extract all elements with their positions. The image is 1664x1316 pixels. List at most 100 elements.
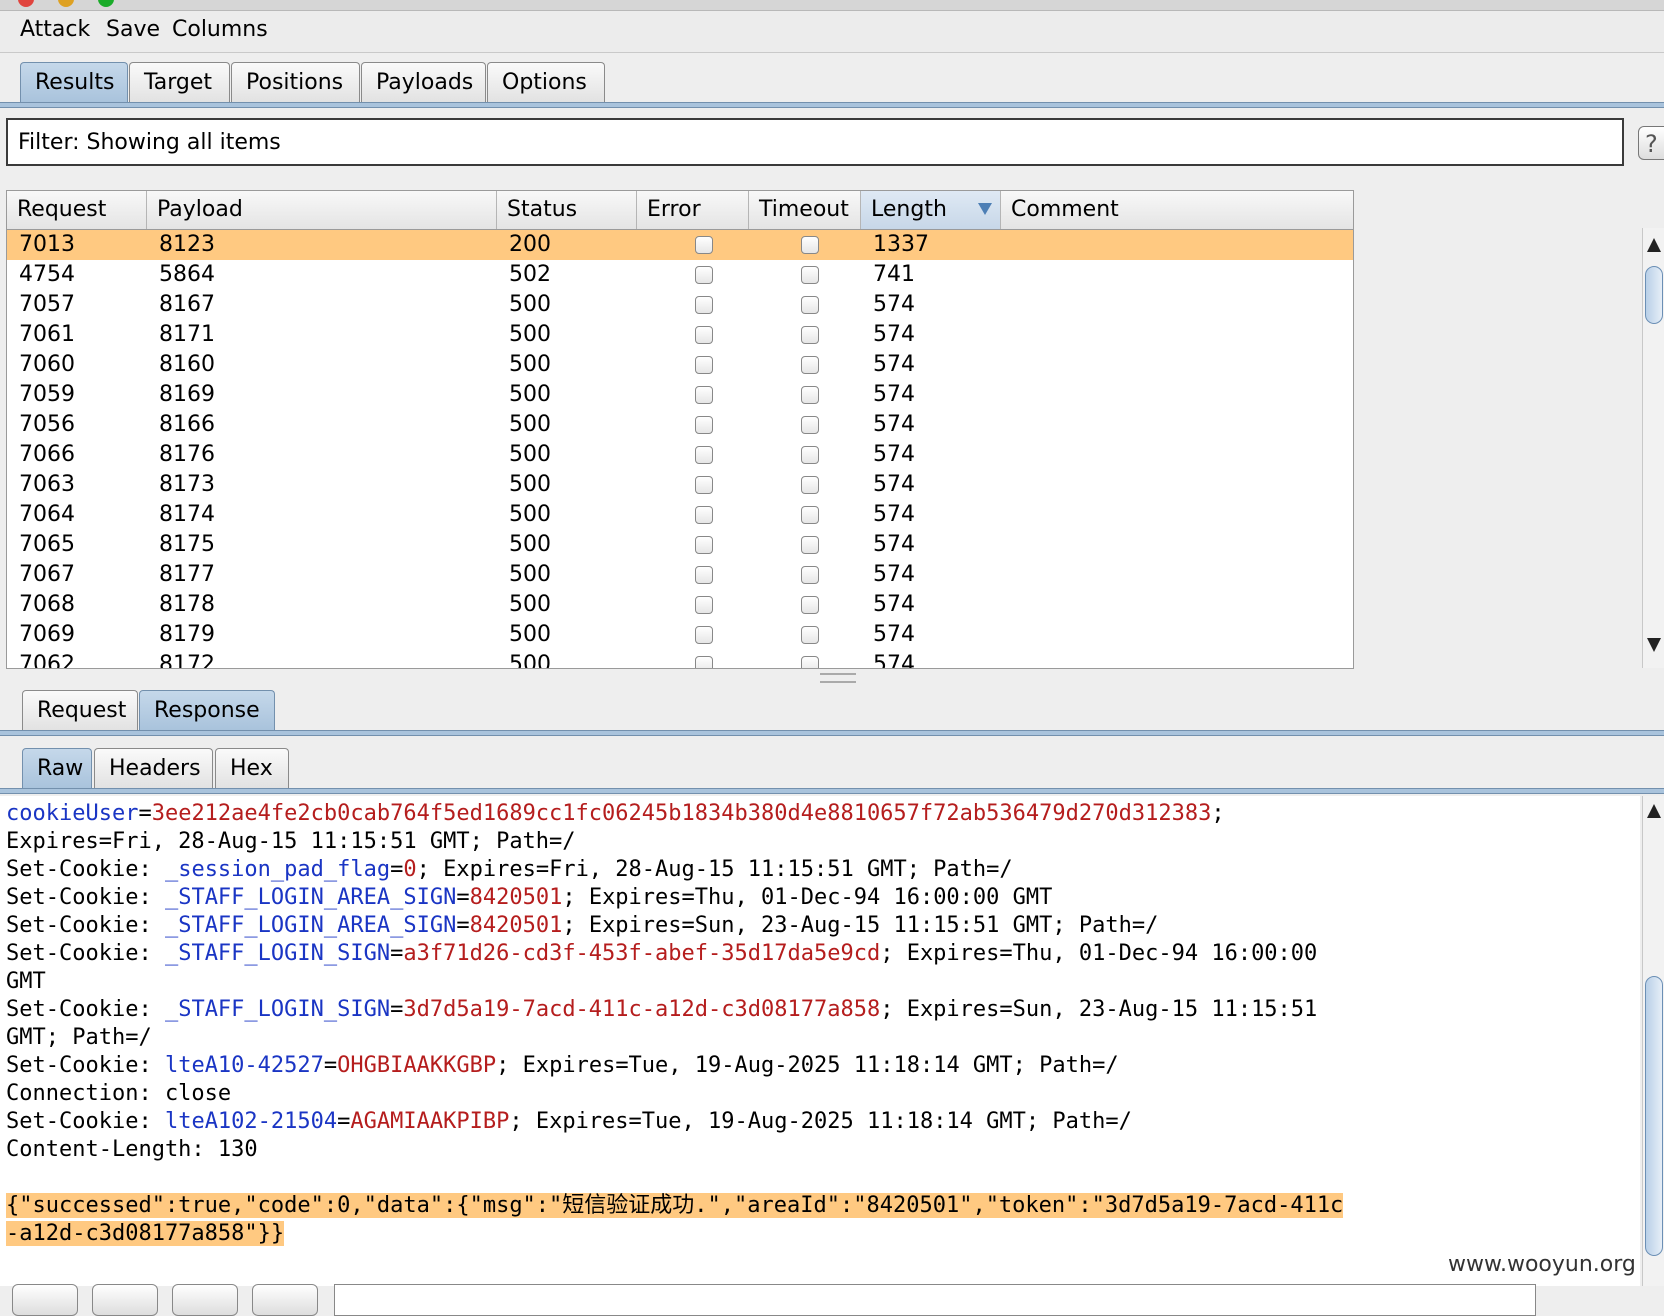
table-row[interactable]: 7060 8160 500 574 xyxy=(7,350,1353,380)
minimize-window-icon[interactable] xyxy=(58,0,74,7)
error-checkbox[interactable] xyxy=(695,506,713,524)
timeout-checkbox[interactable] xyxy=(801,296,819,314)
menu-columns[interactable]: Columns xyxy=(172,17,268,42)
timeout-checkbox[interactable] xyxy=(801,476,819,494)
tab-raw[interactable]: Raw xyxy=(22,748,92,788)
menu-attack[interactable]: Attack xyxy=(20,17,90,42)
table-row[interactable]: 7059 8169 500 574 xyxy=(7,380,1353,410)
table-row[interactable]: 7062 8172 500 574 xyxy=(7,650,1353,669)
timeout-checkbox[interactable] xyxy=(801,326,819,344)
error-checkbox[interactable] xyxy=(695,416,713,434)
column-header-timeout[interactable]: Timeout xyxy=(749,191,861,229)
help-button[interactable]: ? xyxy=(1638,126,1664,160)
tab-target[interactable]: Target xyxy=(129,62,230,102)
timeout-checkbox[interactable] xyxy=(801,626,819,644)
cell-status: 500 xyxy=(509,442,551,467)
timeout-checkbox[interactable] xyxy=(801,386,819,404)
table-row[interactable]: 7013 8123 200 1337 xyxy=(7,230,1353,260)
error-checkbox[interactable] xyxy=(695,236,713,254)
timeout-checkbox[interactable] xyxy=(801,566,819,584)
tab-payloads[interactable]: Payloads xyxy=(361,62,486,102)
table-scrollbar[interactable] xyxy=(1642,228,1664,668)
tab-headers[interactable]: Headers xyxy=(94,748,213,788)
response-text: ; xyxy=(1211,801,1225,826)
table-row[interactable]: 4754 5864 502 741 xyxy=(7,260,1353,290)
error-checkbox[interactable] xyxy=(695,596,713,614)
timeout-checkbox[interactable] xyxy=(801,506,819,524)
column-header-error[interactable]: Error xyxy=(637,191,749,229)
timeout-checkbox[interactable] xyxy=(801,446,819,464)
zoom-window-icon[interactable] xyxy=(98,0,114,7)
timeout-checkbox[interactable] xyxy=(801,236,819,254)
filter-bar[interactable]: Filter: Showing all items xyxy=(6,118,1624,166)
pane-splitter-handle[interactable] xyxy=(820,673,856,683)
tab-options[interactable]: Options xyxy=(487,62,605,102)
search-input[interactable] xyxy=(334,1284,1536,1316)
column-header-length[interactable]: Length xyxy=(861,191,1001,229)
table-row[interactable]: 7063 8173 500 574 xyxy=(7,470,1353,500)
response-raw-view[interactable]: cookieUser=3ee212ae4fe2cb0cab764f5ed1689… xyxy=(0,796,1640,1286)
response-scroll-thumb[interactable] xyxy=(1645,976,1663,1256)
tab-results[interactable]: Results xyxy=(20,62,128,102)
window-titlebar xyxy=(0,0,1664,11)
error-checkbox[interactable] xyxy=(695,536,713,554)
table-row[interactable]: 7068 8178 500 574 xyxy=(7,590,1353,620)
table-row[interactable]: 7069 8179 500 574 xyxy=(7,620,1353,650)
search-help-button[interactable] xyxy=(12,1284,78,1316)
error-checkbox[interactable] xyxy=(695,356,713,374)
cell-payload: 8178 xyxy=(159,592,215,617)
table-row[interactable]: 7065 8175 500 574 xyxy=(7,530,1353,560)
search-next-button[interactable] xyxy=(252,1284,318,1316)
table-row[interactable]: 7061 8171 500 574 xyxy=(7,320,1353,350)
search-prev-button[interactable] xyxy=(92,1284,158,1316)
cell-length: 574 xyxy=(873,622,915,647)
error-checkbox[interactable] xyxy=(695,626,713,644)
column-header-request[interactable]: Request xyxy=(7,191,147,229)
error-checkbox[interactable] xyxy=(695,326,713,344)
error-checkbox[interactable] xyxy=(695,566,713,584)
table-row[interactable]: 7067 8177 500 574 xyxy=(7,560,1353,590)
tab-hex[interactable]: Hex xyxy=(215,748,289,788)
menu-save[interactable]: Save xyxy=(106,17,160,42)
tab-request[interactable]: Request xyxy=(22,690,138,730)
response-text: = xyxy=(456,913,470,938)
table-row[interactable]: 7066 8176 500 574 xyxy=(7,440,1353,470)
error-checkbox[interactable] xyxy=(695,656,713,668)
error-checkbox[interactable] xyxy=(695,296,713,314)
column-header-comment[interactable]: Comment xyxy=(1001,191,1353,229)
search-add-button[interactable] xyxy=(172,1284,238,1316)
error-checkbox[interactable] xyxy=(695,476,713,494)
table-row[interactable]: 7064 8174 500 574 xyxy=(7,500,1353,530)
cell-payload: 8171 xyxy=(159,322,215,347)
column-header-payload[interactable]: Payload xyxy=(147,191,497,229)
sort-descending-icon xyxy=(978,203,992,215)
table-row[interactable]: 7056 8166 500 574 xyxy=(7,410,1353,440)
close-window-icon[interactable] xyxy=(18,0,34,7)
cookie-name: _session_pad_flag xyxy=(164,857,391,882)
table-scroll-thumb[interactable] xyxy=(1645,266,1663,324)
cell-payload: 8173 xyxy=(159,472,215,497)
response-scrollbar[interactable] xyxy=(1642,796,1664,1286)
scroll-up-icon[interactable] xyxy=(1647,238,1661,252)
column-header-status[interactable]: Status xyxy=(497,191,637,229)
response-text: Set-Cookie: xyxy=(6,885,165,910)
watermark-text: www.wooyun.org xyxy=(1448,1252,1636,1277)
table-row[interactable]: 7057 8167 500 574 xyxy=(7,290,1353,320)
error-checkbox[interactable] xyxy=(695,386,713,404)
tab-positions[interactable]: Positions xyxy=(231,62,360,102)
timeout-checkbox[interactable] xyxy=(801,596,819,614)
cell-length: 574 xyxy=(873,322,915,347)
tab-response[interactable]: Response xyxy=(139,690,275,730)
timeout-checkbox[interactable] xyxy=(801,536,819,554)
timeout-checkbox[interactable] xyxy=(801,356,819,374)
timeout-checkbox[interactable] xyxy=(801,266,819,284)
cell-status: 500 xyxy=(509,652,551,669)
response-scroll-up-icon[interactable] xyxy=(1647,804,1661,818)
scroll-down-icon[interactable] xyxy=(1647,638,1661,652)
error-checkbox[interactable] xyxy=(695,446,713,464)
response-line: GMT xyxy=(6,968,46,996)
timeout-checkbox[interactable] xyxy=(801,656,819,668)
error-checkbox[interactable] xyxy=(695,266,713,284)
timeout-checkbox[interactable] xyxy=(801,416,819,434)
response-text: ; Expires=Sun, 23-Aug-15 11:15:51 GMT; P… xyxy=(562,913,1159,938)
